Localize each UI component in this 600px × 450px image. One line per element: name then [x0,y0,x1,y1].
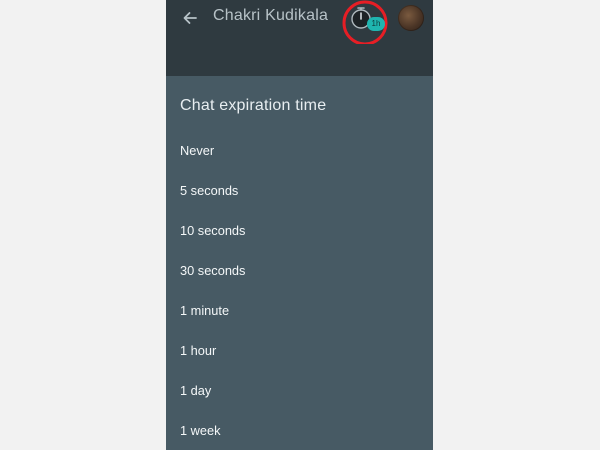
arrow-left-icon [183,12,197,24]
option-1-minute[interactable]: 1 minute [166,290,433,330]
option-10-seconds[interactable]: 10 seconds [166,210,433,250]
expiration-options-list: Never 5 seconds 10 seconds 30 seconds 1 … [166,130,433,450]
option-1-day[interactable]: 1 day [166,370,433,410]
chat-expiration-timer-button[interactable]: 1h [341,0,393,44]
avatar[interactable] [398,5,424,31]
timer-badge: 1h [367,17,385,31]
option-1-hour[interactable]: 1 hour [166,330,433,370]
option-5-seconds[interactable]: 5 seconds [166,170,433,210]
option-1-week[interactable]: 1 week [166,410,433,450]
chat-toolbar: Chakri Kudikala 1h [166,0,433,76]
contact-name[interactable]: Chakri Kudikala [213,7,328,25]
option-never[interactable]: Never [166,130,433,170]
sheet-title: Chat expiration time [180,97,327,114]
option-30-seconds[interactable]: 30 seconds [166,250,433,290]
phone-screen: Chakri Kudikala 1h Chat expiration time … [166,0,433,450]
back-button[interactable] [180,8,200,28]
